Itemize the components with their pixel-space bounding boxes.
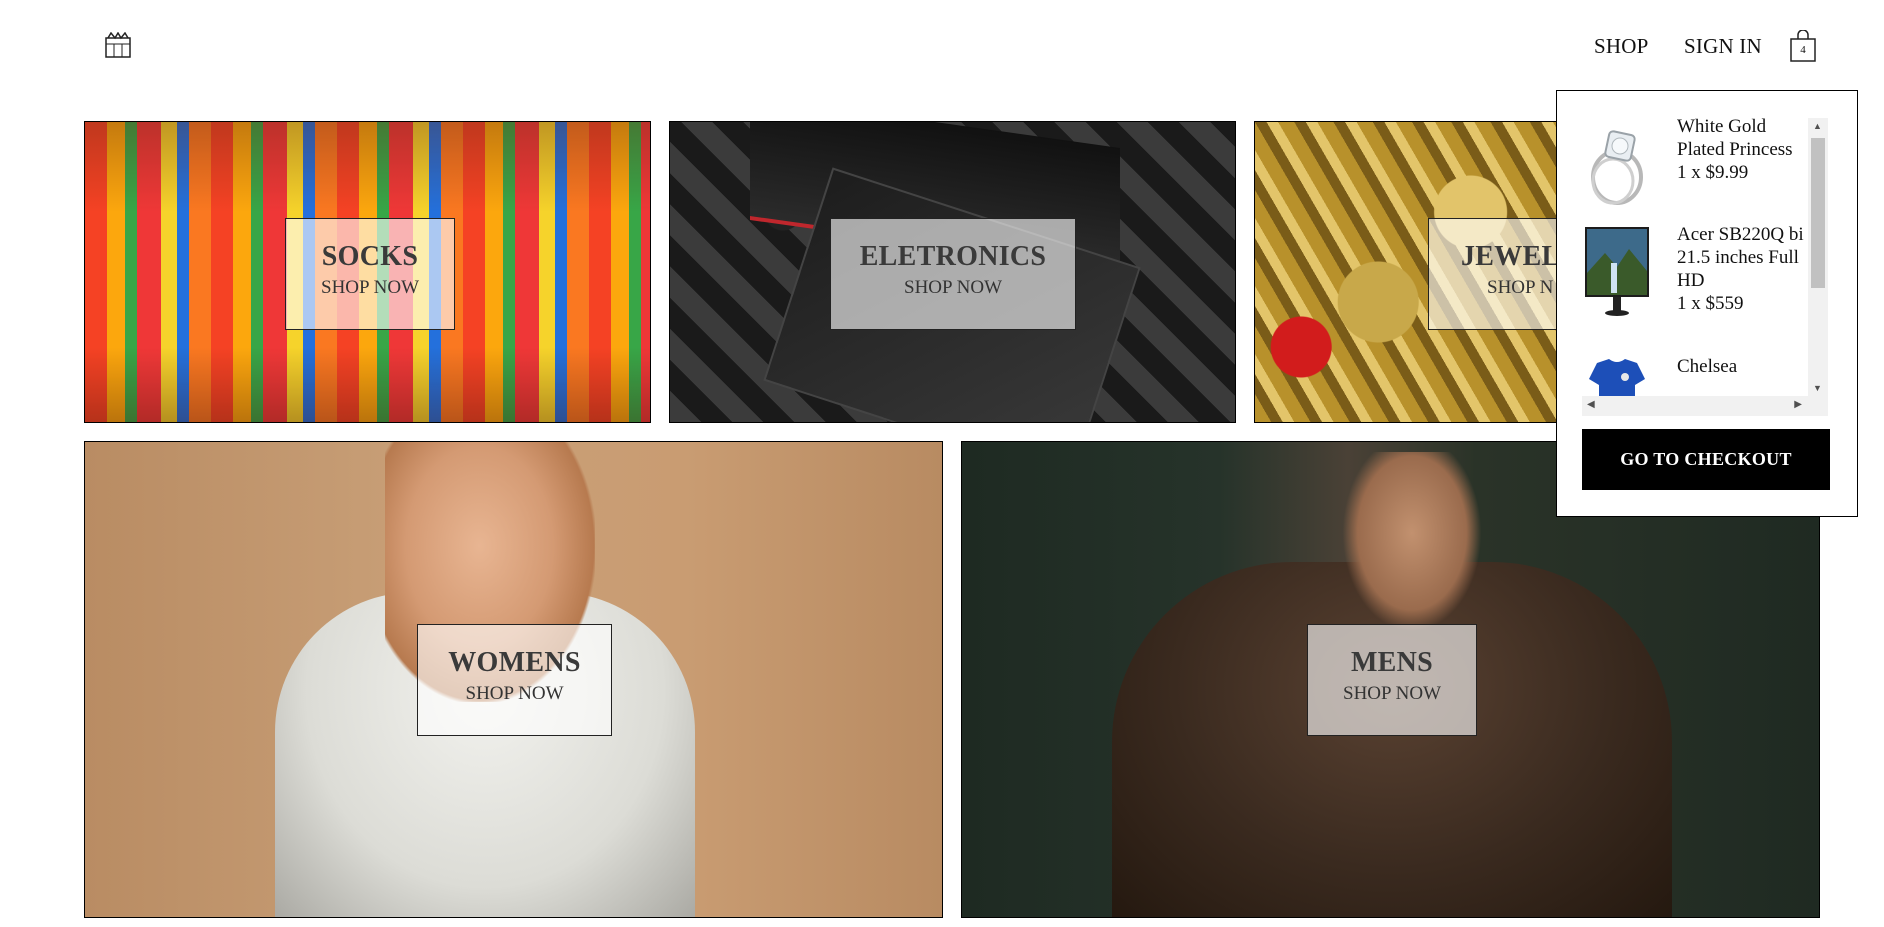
category-tile-jewelery[interactable]: JEWEL SHOP N — [1254, 121, 1564, 423]
cart-vertical-scrollbar[interactable]: ▲ ▼ — [1808, 118, 1828, 396]
cart-items-list[interactable]: White Gold Plated Princess 1 x $9.99 Ace… — [1583, 115, 1833, 415]
monitor-product-image — [1583, 223, 1651, 321]
scroll-up-arrow-icon[interactable]: ▲ — [1813, 121, 1822, 131]
cart-item-name: White Gold Plated Princess — [1677, 116, 1793, 160]
shop-now-link[interactable]: SHOP NOW — [1308, 683, 1476, 705]
cart-item-name: Acer SB220Q bi 21.5 inches Full HD — [1677, 224, 1804, 291]
scroll-right-arrow-icon[interactable]: ▶ — [1794, 399, 1802, 410]
crown-logo-icon[interactable] — [105, 31, 131, 58]
shop-now-link[interactable]: SHOP NOW — [286, 277, 454, 299]
site-header: SHOP SIGN IN 4 — [0, 0, 1884, 92]
scroll-left-arrow-icon[interactable]: ◀ — [1587, 399, 1595, 410]
shopping-bag-icon[interactable]: 4 — [1790, 29, 1816, 62]
category-tile-electronics[interactable]: ELETRONICS SHOP NOW — [669, 121, 1236, 423]
go-to-checkout-button[interactable]: GO TO CHECKOUT — [1582, 429, 1830, 490]
cart-item-qty-price: 1 x $559 — [1677, 293, 1744, 314]
category-title: WOMENS — [448, 647, 581, 678]
scrollbar-thumb[interactable] — [1811, 138, 1825, 288]
cart-item-details: Acer SB220Q bi 21.5 inches Full HD 1 x $… — [1677, 223, 1807, 315]
shop-now-link[interactable]: SHOP NOW — [831, 277, 1075, 299]
category-tile-socks[interactable]: SOCKS SHOP NOW — [84, 121, 651, 423]
ring-product-image — [1583, 115, 1651, 213]
cart-item-details: White Gold Plated Princess 1 x $9.99 — [1677, 115, 1807, 184]
category-label-box[interactable]: WOMENS SHOP NOW — [417, 624, 612, 736]
cart-item-details: Chelsea — [1677, 355, 1807, 378]
category-label-box[interactable]: MENS SHOP NOW — [1307, 624, 1477, 736]
nav-shop-link[interactable]: SHOP — [1594, 34, 1649, 59]
category-title: JEWEL — [1461, 241, 1561, 272]
scroll-down-arrow-icon[interactable]: ▼ — [1813, 383, 1822, 393]
cart-item-qty-price: 1 x $9.99 — [1677, 162, 1749, 183]
shop-now-link[interactable]: SHOP N — [1429, 277, 1563, 299]
category-title: SOCKS — [321, 241, 419, 272]
shop-now-link[interactable]: SHOP NOW — [418, 683, 611, 705]
cart-item-name: Chelsea — [1677, 356, 1738, 377]
cart-horizontal-scrollbar[interactable]: ◀ ▶ — [1582, 396, 1828, 416]
category-tile-womens[interactable]: WOMENS SHOP NOW — [84, 441, 943, 918]
category-label-box[interactable]: ELETRONICS SHOP NOW — [830, 218, 1076, 330]
category-label-box[interactable]: SOCKS SHOP NOW — [285, 218, 455, 330]
category-title: MENS — [1350, 647, 1434, 678]
cart-count-badge: 4 — [1800, 44, 1806, 56]
category-title: ELETRONICS — [859, 241, 1047, 272]
category-label-box[interactable]: JEWEL SHOP N — [1428, 218, 1563, 330]
nav-sign-in-link[interactable]: SIGN IN — [1684, 34, 1762, 59]
